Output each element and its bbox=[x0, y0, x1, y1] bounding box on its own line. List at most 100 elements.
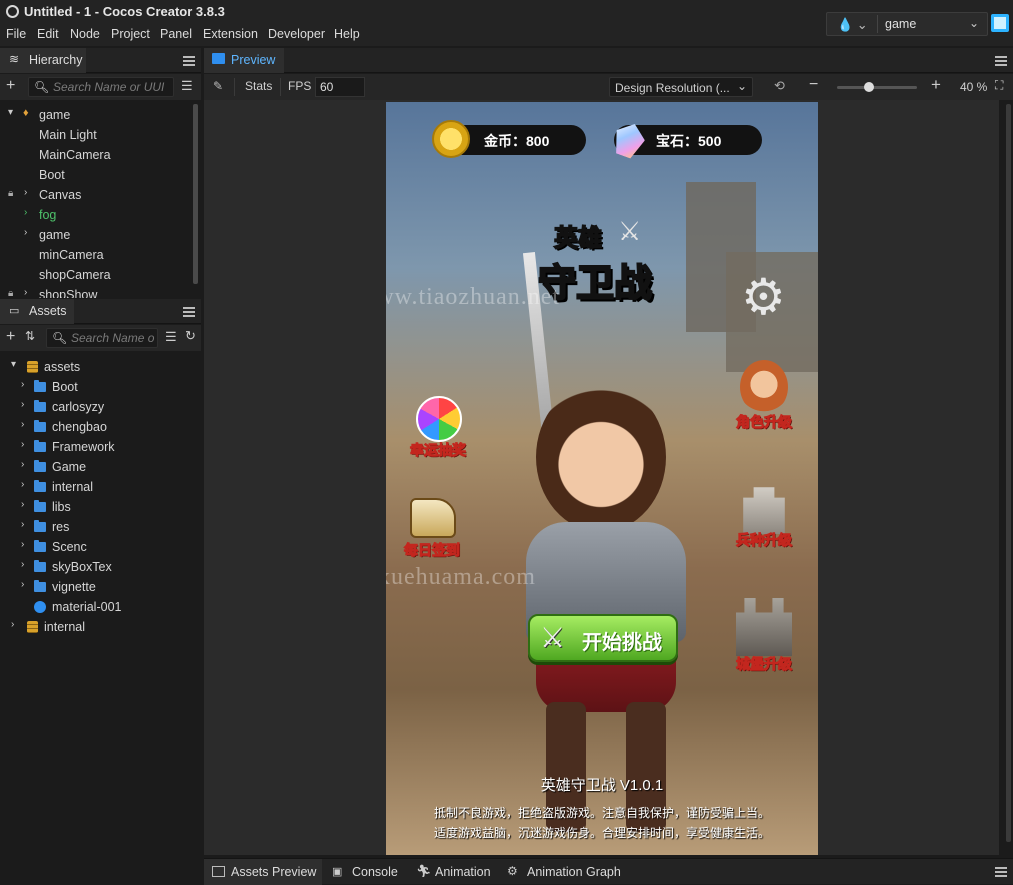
chevron-right-icon[interactable]: › bbox=[24, 287, 27, 298]
daily-signin-button[interactable]: 每日签到 bbox=[392, 496, 472, 566]
start-challenge-button[interactable]: ⚔ 开始挑战 bbox=[528, 614, 678, 662]
menu-node[interactable]: Node bbox=[70, 27, 100, 41]
sort-icon[interactable]: ⇅ bbox=[25, 329, 35, 343]
stop-button[interactable] bbox=[991, 14, 1009, 32]
asset-folder-scenc[interactable]: › Scenc bbox=[0, 537, 196, 557]
chevron-right-icon[interactable]: › bbox=[24, 187, 27, 198]
asset-label: internal bbox=[44, 620, 85, 634]
asset-folder-framework[interactable]: › Framework bbox=[0, 437, 196, 457]
scene-drop-icon[interactable]: 💧 ⌄ bbox=[837, 17, 868, 33]
tree-node-game[interactable]: ▾ ♦ game bbox=[0, 105, 196, 125]
zoom-slider[interactable] bbox=[837, 82, 917, 92]
tree-node-shopshow[interactable]: 🔒︎ › shopShow bbox=[0, 285, 196, 298]
rotate-icon[interactable]: ⟲ bbox=[774, 78, 785, 94]
filter-list-icon[interactable]: ☰ bbox=[165, 329, 177, 345]
tree-node-main-light[interactable]: Main Light bbox=[0, 125, 196, 145]
settings-gear-icon[interactable]: ⚙ bbox=[741, 272, 786, 322]
menu-panel[interactable]: Panel bbox=[160, 27, 192, 41]
menu-developer[interactable]: Developer bbox=[268, 27, 325, 41]
menu-project[interactable]: Project bbox=[111, 27, 150, 41]
tab-assets[interactable]: ▭ Assets bbox=[0, 299, 74, 324]
bottom-panel-menu-icon[interactable] bbox=[995, 867, 1007, 877]
assets-search[interactable]: 🔍︎ bbox=[46, 328, 158, 348]
assets-menu-icon[interactable] bbox=[183, 307, 195, 317]
tree-node-game-child[interactable]: › game bbox=[0, 225, 196, 245]
resolution-select[interactable]: Design Resolution (... ⌄ bbox=[609, 77, 753, 97]
chevron-right-icon[interactable]: › bbox=[21, 439, 24, 450]
tab-preview[interactable]: Preview bbox=[204, 48, 284, 73]
hierarchy-menu-icon[interactable] bbox=[183, 56, 195, 66]
menu-help[interactable]: Help bbox=[334, 27, 360, 41]
folder-icon bbox=[34, 560, 46, 572]
assets-search-input[interactable] bbox=[71, 330, 155, 346]
menu-extension[interactable]: Extension bbox=[203, 27, 258, 41]
scene-selector[interactable]: 💧 ⌄ game ⌄ bbox=[826, 12, 988, 36]
chevron-right-icon[interactable]: › bbox=[21, 379, 24, 390]
refresh-icon[interactable]: ↻ bbox=[185, 328, 196, 344]
tab-assets-preview[interactable]: Assets Preview bbox=[204, 859, 322, 885]
lucky-draw-button[interactable]: 幸运抽奖 bbox=[398, 396, 478, 466]
lock-icon[interactable]: 🔒︎ bbox=[8, 188, 13, 199]
chevron-right-icon[interactable]: › bbox=[21, 519, 24, 530]
hierarchy-search[interactable]: 🔍︎ bbox=[28, 77, 174, 97]
asset-folder-libs[interactable]: › libs bbox=[0, 497, 196, 517]
preview-menu-icon[interactable] bbox=[995, 56, 1007, 66]
fps-input[interactable] bbox=[315, 77, 365, 97]
add-node-icon[interactable]: + bbox=[6, 77, 15, 95]
tab-console[interactable]: ▣ Console bbox=[324, 859, 406, 885]
hierarchy-search-input[interactable] bbox=[53, 79, 171, 95]
chevron-right-icon[interactable]: › bbox=[21, 579, 24, 590]
menu-edit[interactable]: Edit bbox=[37, 27, 59, 41]
chevron-right-icon[interactable]: › bbox=[24, 227, 27, 238]
castle-upgrade-button[interactable]: 城堡升级 bbox=[724, 598, 804, 678]
chevron-down-icon[interactable]: ▾ bbox=[8, 107, 13, 118]
zoom-in-icon[interactable]: + bbox=[931, 75, 941, 95]
tree-node-mincamera[interactable]: minCamera bbox=[0, 245, 196, 265]
chevron-right-icon[interactable]: › bbox=[21, 419, 24, 430]
preview-scrollbar[interactable] bbox=[1006, 104, 1011, 842]
tree-node-fog[interactable]: › fog bbox=[0, 205, 196, 225]
tab-animation-graph[interactable]: ⚙ Animation Graph bbox=[500, 859, 625, 885]
asset-folder-chengbao[interactable]: › chengbao bbox=[0, 417, 196, 437]
stats-toggle[interactable]: Stats bbox=[245, 79, 272, 93]
tree-node-boot[interactable]: Boot bbox=[0, 165, 196, 185]
asset-material-001[interactable]: material-001 bbox=[0, 597, 196, 617]
chevron-right-icon[interactable]: › bbox=[24, 207, 27, 218]
add-asset-icon[interactable]: + bbox=[6, 328, 15, 346]
asset-folder-skyboxtex[interactable]: › skyBoxTex bbox=[0, 557, 196, 577]
folder-icon bbox=[34, 500, 46, 512]
asset-folder-boot[interactable]: › Boot bbox=[0, 377, 196, 397]
chevron-right-icon[interactable]: › bbox=[11, 619, 14, 630]
menu-file[interactable]: File bbox=[6, 27, 26, 41]
tree-node-shopcamera[interactable]: shopCamera bbox=[0, 265, 196, 285]
chevron-down-icon[interactable]: ▾ bbox=[11, 359, 16, 370]
asset-folder-game[interactable]: › Game bbox=[0, 457, 196, 477]
hero-upgrade-button[interactable]: 角色升级 bbox=[724, 360, 804, 436]
tab-animation[interactable]: 🏃︎ Animation bbox=[408, 859, 496, 885]
chevron-right-icon[interactable]: › bbox=[21, 539, 24, 550]
tree-node-maincamera[interactable]: MainCamera bbox=[0, 145, 196, 165]
chevron-right-icon[interactable]: › bbox=[21, 459, 24, 470]
asset-folder-res[interactable]: › res bbox=[0, 517, 196, 537]
troop-upgrade-button[interactable]: 兵种升级 bbox=[724, 478, 804, 554]
game-canvas[interactable]: 金币：800 宝石：500 英雄 ⚔ 守卫战 ⚙ www.tiaozhuan.n… bbox=[386, 102, 818, 855]
asset-db-internal[interactable]: › internal bbox=[0, 617, 196, 637]
edit-icon[interactable]: ✎ bbox=[213, 79, 223, 93]
chevron-right-icon[interactable]: › bbox=[21, 479, 24, 490]
asset-folder-internal[interactable]: › internal bbox=[0, 477, 196, 497]
asset-db-assets[interactable]: ▾ assets bbox=[0, 357, 196, 377]
chevron-right-icon[interactable]: › bbox=[21, 399, 24, 410]
chevron-right-icon[interactable]: › bbox=[21, 499, 24, 510]
lock-icon[interactable]: 🔒︎ bbox=[8, 288, 13, 298]
tab-hierarchy[interactable]: ≋ Hierarchy bbox=[0, 48, 86, 73]
fit-screen-icon[interactable]: ⛶ bbox=[995, 78, 1003, 93]
asset-folder-carlosyzy[interactable]: › carlosyzy bbox=[0, 397, 196, 417]
filter-list-icon[interactable]: ☰ bbox=[181, 78, 193, 94]
chevron-right-icon[interactable]: › bbox=[21, 559, 24, 570]
scroll-icon bbox=[410, 498, 456, 538]
zoom-out-icon[interactable]: − bbox=[809, 76, 818, 94]
zoom-slider-thumb[interactable] bbox=[864, 82, 874, 92]
hierarchy-scrollbar[interactable] bbox=[193, 104, 198, 284]
tree-node-canvas[interactable]: 🔒︎ › Canvas bbox=[0, 185, 196, 205]
asset-folder-vignette[interactable]: › vignette bbox=[0, 577, 196, 597]
